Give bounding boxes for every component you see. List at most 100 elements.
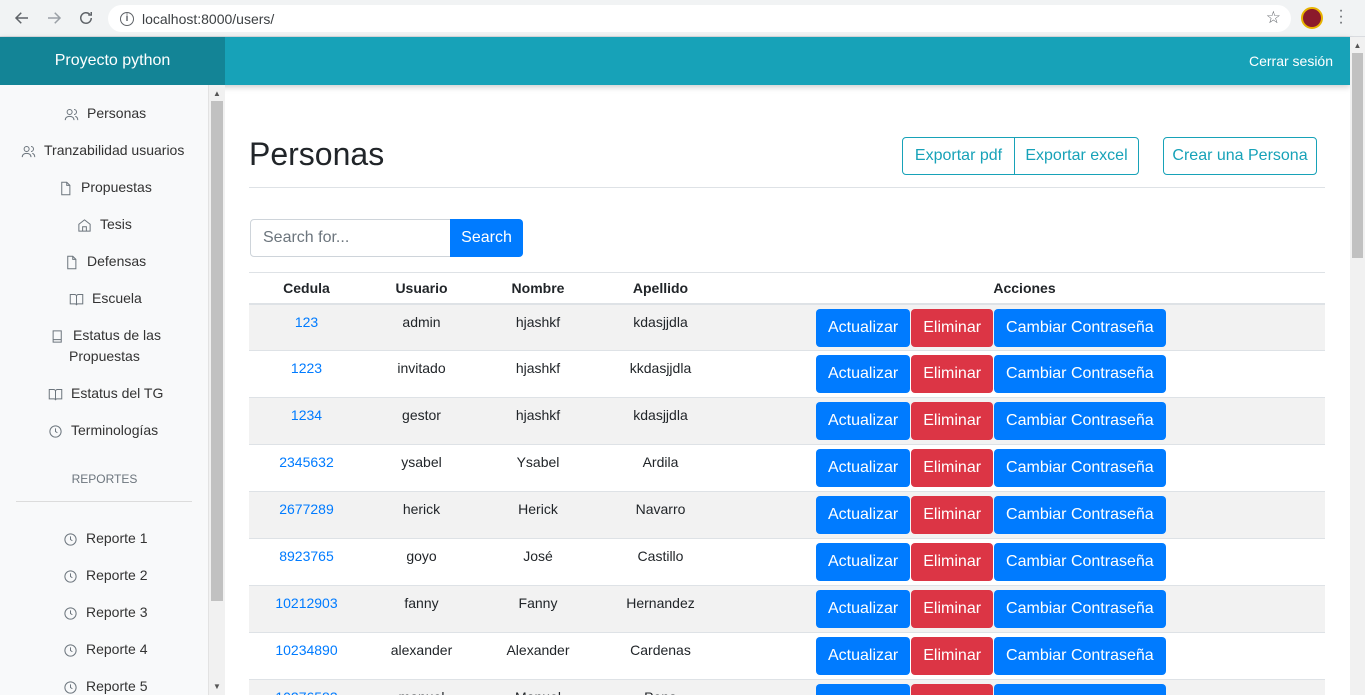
table-header-row: Cedula Usuario Nombre Apellido Acciones: [249, 272, 1325, 305]
sidebar-item-reporte-4[interactable]: Reporte 4: [63, 641, 147, 660]
sidebar-item-estatus-tg[interactable]: Estatus del TG: [48, 385, 163, 404]
update-button[interactable]: Actualizar: [816, 543, 911, 581]
delete-button[interactable]: Eliminar: [911, 402, 994, 440]
delete-button[interactable]: Eliminar: [911, 449, 994, 487]
scroll-up-icon[interactable]: ▲: [209, 89, 225, 98]
sidebar-item-reporte-1[interactable]: Reporte 1: [63, 530, 147, 549]
reports-heading: REPORTES: [71, 472, 138, 486]
sidebar-item-label: Propuestas: [81, 179, 152, 195]
delete-button[interactable]: Eliminar: [911, 637, 994, 675]
sidebar-item-tesis[interactable]: Tesis: [77, 216, 132, 235]
sidebar-scroll-thumb[interactable]: [211, 101, 223, 601]
search-input[interactable]: [250, 219, 451, 257]
cell-nombre: hjashkf: [479, 303, 597, 351]
sidebar-item-escuela[interactable]: Escuela: [69, 290, 142, 309]
cell-cedula[interactable]: 8923765: [249, 538, 364, 586]
cell-apellido: Navarro: [597, 491, 724, 539]
sidebar-item-label: Reporte 5: [86, 678, 148, 694]
export-pdf-button[interactable]: Exportar pdf: [902, 137, 1015, 175]
create-persona-button[interactable]: Crear una Persona: [1163, 137, 1317, 175]
sidebar-item-label: Personas: [87, 105, 147, 121]
sidebar-item-terminologias[interactable]: Terminologías: [48, 422, 158, 441]
cell-acciones: ActualizarEliminarCambiar Contraseña: [724, 303, 1325, 351]
sidebar-item-reporte-2[interactable]: Reporte 2: [63, 567, 147, 586]
delete-button[interactable]: Eliminar: [911, 684, 994, 695]
title-divider: [249, 187, 1325, 188]
update-button[interactable]: Actualizar: [816, 637, 911, 675]
cell-cedula[interactable]: 2677289: [249, 491, 364, 539]
change-password-button[interactable]: Cambiar Contraseña: [994, 684, 1166, 695]
page-scroll-thumb[interactable]: [1352, 53, 1363, 258]
sidebar-item-defensas[interactable]: Defensas: [64, 253, 146, 272]
page-scrollbar[interactable]: ▲: [1350, 37, 1365, 695]
delete-button[interactable]: Eliminar: [911, 308, 994, 347]
star-icon[interactable]: ☆: [1266, 8, 1281, 28]
sidebar: Personas Tranzabilidad usuarios Propuest…: [0, 85, 209, 695]
cell-cedula[interactable]: 10234890: [249, 632, 364, 680]
profile-avatar[interactable]: [1301, 7, 1323, 29]
cell-apellido: kkdasjjdla: [597, 350, 724, 398]
change-password-button[interactable]: Cambiar Contraseña: [994, 496, 1166, 534]
delete-button[interactable]: Eliminar: [911, 496, 994, 534]
header-apellido: Apellido: [597, 272, 724, 305]
change-password-button[interactable]: Cambiar Contraseña: [994, 402, 1166, 440]
info-icon[interactable]: i: [120, 11, 134, 26]
scroll-down-icon[interactable]: ▼: [209, 682, 225, 691]
page-title: Personas: [249, 136, 385, 172]
clock-icon: [64, 607, 77, 620]
update-button[interactable]: Actualizar: [816, 308, 911, 347]
sidebar-item-label: Tesis: [100, 216, 132, 232]
reload-icon[interactable]: [70, 2, 102, 34]
change-password-button[interactable]: Cambiar Contraseña: [994, 590, 1166, 628]
delete-button[interactable]: Eliminar: [911, 590, 994, 628]
back-arrow-icon[interactable]: [6, 2, 38, 34]
export-excel-button[interactable]: Exportar excel: [1014, 137, 1139, 175]
logout-link[interactable]: Cerrar sesión: [1249, 37, 1333, 85]
scroll-up-icon[interactable]: ▲: [1350, 41, 1365, 50]
sidebar-item-label: Reporte 3: [86, 604, 148, 620]
cell-cedula[interactable]: 1223: [249, 350, 364, 398]
address-bar[interactable]: i localhost:8000/users/ ☆: [108, 5, 1291, 32]
update-button[interactable]: Actualizar: [816, 590, 911, 628]
change-password-button[interactable]: Cambiar Contraseña: [994, 543, 1166, 581]
search-button[interactable]: Search: [450, 219, 523, 257]
forward-arrow-icon[interactable]: [38, 2, 70, 34]
cell-nombre: Herick: [479, 491, 597, 539]
brand[interactable]: Proyecto python: [0, 37, 225, 85]
cell-cedula[interactable]: 123: [249, 303, 364, 351]
update-button[interactable]: Actualizar: [816, 684, 911, 695]
table-row: 10212903 fanny Fanny Hernandez Actualizar Eli…: [249, 585, 1325, 633]
cell-acciones: ActualizarEliminarCambiar Contraseña: [724, 491, 1325, 539]
cell-apellido: Castillo: [597, 538, 724, 586]
sidebar-item-tranzabilidad[interactable]: Tranzabilidad usuarios: [21, 142, 185, 161]
cell-acciones: ActualizarEliminarCambiar Contraseña: [724, 632, 1325, 680]
sidebar-item-reporte-3[interactable]: Reporte 3: [63, 604, 148, 623]
sidebar-scrollbar[interactable]: ▲ ▼: [209, 85, 225, 695]
cell-apellido: kdasjjdla: [597, 397, 724, 445]
sidebar-item-label: Tranzabilidad usuarios: [44, 142, 185, 158]
sidebar-item-personas[interactable]: Personas: [64, 105, 147, 124]
cell-nombre: hjashkf: [479, 397, 597, 445]
update-button[interactable]: Actualizar: [816, 402, 911, 440]
cell-apellido: kdasjjdla: [597, 303, 724, 351]
cell-cedula[interactable]: 2345632: [249, 444, 364, 492]
update-button[interactable]: Actualizar: [816, 449, 911, 487]
cell-cedula[interactable]: 10212903: [249, 585, 364, 633]
delete-button[interactable]: Eliminar: [911, 355, 994, 393]
personas-table: Cedula Usuario Nombre Apellido Acciones …: [249, 272, 1325, 695]
clock-icon: [64, 681, 77, 694]
sidebar-item-propuestas[interactable]: Propuestas: [58, 179, 152, 198]
sidebar-item-estatus-propuestas[interactable]: Estatus de las Propuestas: [50, 325, 161, 367]
update-button[interactable]: Actualizar: [816, 355, 911, 393]
change-password-button[interactable]: Cambiar Contraseña: [994, 449, 1166, 487]
change-password-button[interactable]: Cambiar Contraseña: [994, 355, 1166, 393]
change-password-button[interactable]: Cambiar Contraseña: [994, 637, 1166, 675]
sidebar-item-label: Estatus de las Propuestas: [69, 325, 161, 367]
sidebar-item-reporte-5[interactable]: Reporte 5: [63, 678, 148, 695]
menu-kebab-icon[interactable]: · · ·: [1336, 3, 1346, 31]
delete-button[interactable]: Eliminar: [911, 543, 994, 581]
cell-cedula[interactable]: 1234: [249, 397, 364, 445]
update-button[interactable]: Actualizar: [816, 496, 911, 534]
cell-cedula[interactable]: 10276583: [249, 679, 364, 695]
change-password-button[interactable]: Cambiar Contraseña: [994, 308, 1166, 347]
